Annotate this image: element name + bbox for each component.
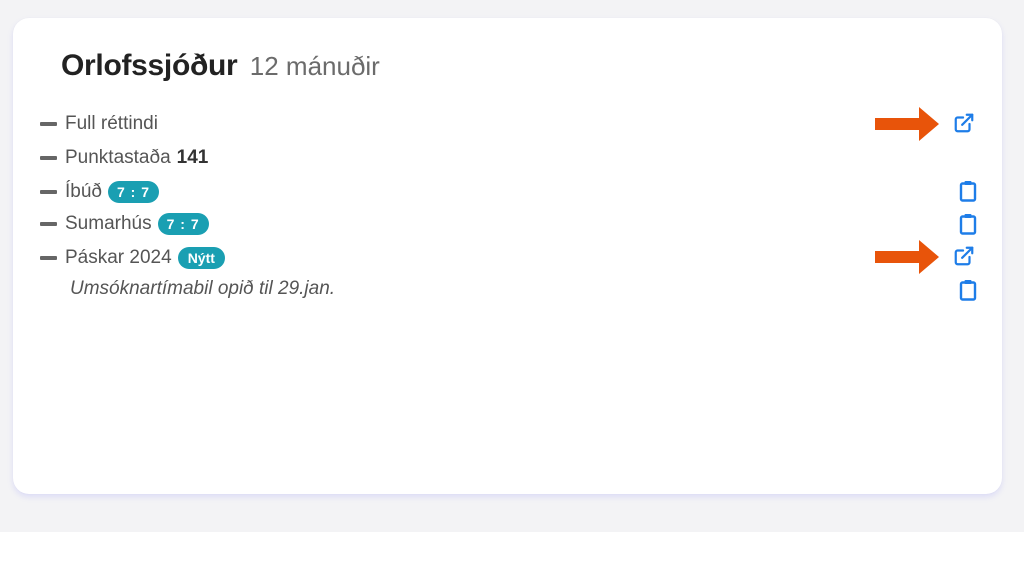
ratio-badge: 7 : 7 bbox=[157, 213, 209, 235]
application-period-note: Umsóknartímabil opið til 29.jan. bbox=[70, 278, 336, 299]
annotation-arrow-icon bbox=[875, 107, 939, 141]
list-item-punktastada: Punktastaða 141 bbox=[40, 144, 208, 172]
annotation-arrow-icon bbox=[875, 240, 939, 274]
dash-icon bbox=[40, 256, 57, 260]
list-item-label: Punktastaða bbox=[65, 147, 171, 168]
dash-icon bbox=[40, 122, 57, 126]
external-link-button-full-rettindi[interactable] bbox=[951, 110, 977, 136]
card-title-period: 12 mánuðir bbox=[249, 51, 380, 81]
list-item-sumarhus: Sumarhús 7 : 7 bbox=[40, 210, 209, 238]
external-link-icon bbox=[954, 246, 974, 266]
card-title-main: Orlofssjóður bbox=[61, 49, 238, 82]
clipboard-icon bbox=[959, 214, 977, 235]
external-link-button-paskar-2024[interactable] bbox=[951, 243, 977, 269]
ratio-badge: 7 : 7 bbox=[107, 181, 159, 203]
list-item-label: Íbúð bbox=[65, 181, 102, 202]
list-item-label: Sumarhús bbox=[65, 213, 152, 234]
clipboard-button-sumarhus[interactable] bbox=[955, 211, 981, 237]
list-item-label: Páskar 2024 bbox=[65, 247, 172, 268]
list-item-full-rettindi: Full réttindi bbox=[40, 110, 158, 138]
points-value: 141 bbox=[176, 147, 209, 168]
card-title: Orlofssjóður 12 mánuðir bbox=[61, 48, 380, 84]
list-item-paskar-2024: Páskar 2024 Nýtt bbox=[40, 244, 225, 272]
external-link-icon bbox=[954, 113, 974, 133]
clipboard-icon bbox=[959, 280, 977, 301]
dash-icon bbox=[40, 156, 57, 160]
list-item-ibud: Íbúð 7 : 7 bbox=[40, 178, 159, 206]
list-item-label: Full réttindi bbox=[65, 113, 158, 134]
clipboard-button-ibud[interactable] bbox=[955, 178, 981, 204]
clipboard-button-application-note[interactable] bbox=[955, 277, 981, 303]
dash-icon bbox=[40, 222, 57, 226]
clipboard-icon bbox=[959, 181, 977, 202]
orlofssjodur-card: Orlofssjóður 12 mánuðir Full réttindi Pu… bbox=[13, 18, 1002, 494]
dash-icon bbox=[40, 190, 57, 194]
new-badge: Nýtt bbox=[177, 247, 225, 269]
